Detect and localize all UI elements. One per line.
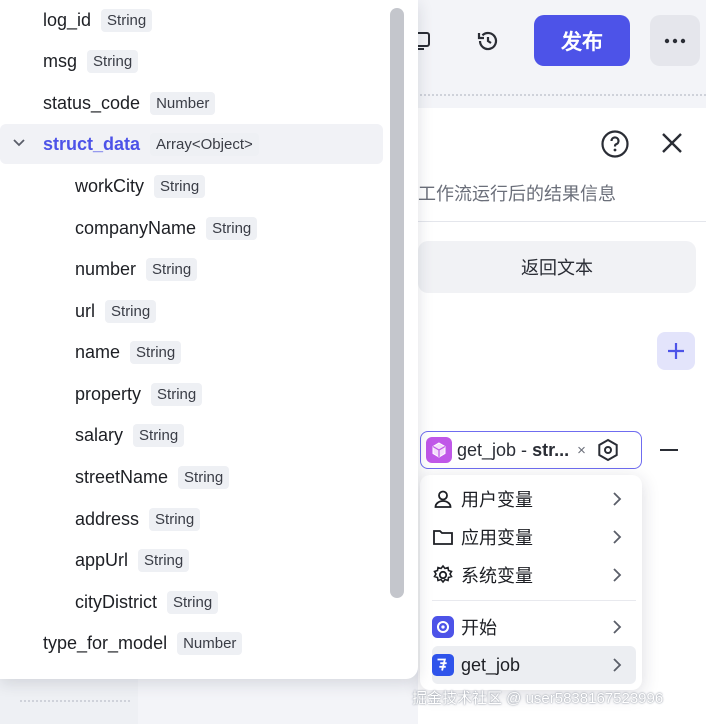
output-fields-tree-popup: log_id String msg String status_code Number st… bbox=[0, 0, 418, 679]
tree-item[interactable]: salary String bbox=[0, 415, 383, 455]
tree-item-name: streetName bbox=[75, 466, 169, 487]
dropdown-separator bbox=[432, 600, 636, 601]
canvas-grid-dots bbox=[20, 700, 130, 702]
type-badge: String bbox=[101, 8, 153, 32]
tree-item-name: log_id bbox=[43, 9, 92, 30]
dropdown-item-system-variables[interactable]: 系统变量 bbox=[432, 556, 636, 594]
type-badge: Array<Object> bbox=[150, 132, 259, 156]
remove-row-icon[interactable] bbox=[660, 449, 678, 451]
close-icon[interactable] bbox=[658, 129, 686, 157]
type-badge: String bbox=[149, 507, 201, 531]
type-badge: Number bbox=[177, 631, 243, 655]
variable-reference-label: get_job - str... bbox=[457, 439, 570, 460]
tree-item-name: number bbox=[75, 258, 137, 279]
tree-item[interactable]: struct_data Array<Object> bbox=[0, 124, 383, 164]
dropdown-item-get-job[interactable]: get_job bbox=[432, 646, 636, 684]
type-badge: String bbox=[206, 216, 258, 240]
gear-icon bbox=[432, 564, 454, 586]
tree-item[interactable]: number String bbox=[0, 249, 383, 289]
tree-item-name: property bbox=[75, 383, 142, 404]
chevron-right-icon bbox=[613, 568, 622, 582]
publish-button[interactable]: 发布 bbox=[534, 15, 630, 66]
type-badge: String bbox=[154, 174, 206, 198]
chevron-right-icon bbox=[613, 620, 622, 634]
tree-item[interactable]: appUrl String bbox=[0, 540, 383, 580]
tree-item[interactable]: streetName String bbox=[0, 457, 383, 497]
tree-item[interactable]: type_for_model Number bbox=[0, 623, 383, 663]
clear-reference-icon[interactable]: × bbox=[577, 442, 586, 459]
chevron-right-icon bbox=[613, 492, 622, 506]
dropdown-item-start-node[interactable]: 开始 bbox=[432, 608, 636, 646]
type-badge: Number bbox=[150, 91, 216, 115]
tree-item-name: address bbox=[75, 508, 140, 529]
dropdown-item-label: 开始 bbox=[461, 618, 497, 638]
type-badge: String bbox=[130, 340, 182, 364]
chevron-right-icon bbox=[613, 530, 622, 544]
type-badge: String bbox=[138, 548, 190, 572]
tree-item[interactable]: address String bbox=[0, 499, 383, 539]
scrollbar-thumb[interactable] bbox=[390, 8, 404, 598]
plus-icon bbox=[668, 343, 684, 359]
panel-description: 工作流运行后的结果信息 bbox=[418, 184, 616, 204]
tree-item[interactable]: name String bbox=[0, 332, 383, 372]
return-text-tab[interactable]: 返回文本 bbox=[418, 241, 696, 293]
history-icon[interactable] bbox=[469, 22, 507, 60]
type-badge: String bbox=[105, 299, 157, 323]
tree-item-name: struct_data bbox=[43, 133, 141, 154]
type-badge: String bbox=[133, 423, 185, 447]
variable-settings-icon[interactable] bbox=[596, 438, 620, 462]
job-plugin-icon bbox=[432, 654, 454, 676]
user-icon bbox=[432, 488, 454, 510]
variable-source-dropdown: 用户变量 应用变量 系统变量 开始 get_job bbox=[420, 475, 642, 690]
variable-reference-field[interactable]: get_job - str... × bbox=[420, 431, 642, 469]
tree-item[interactable]: cityDistrict String bbox=[0, 582, 383, 622]
tree-item[interactable]: msg String bbox=[0, 41, 383, 81]
dropdown-item-user-variables[interactable]: 用户变量 bbox=[432, 480, 636, 518]
tree-item[interactable]: status_code Number bbox=[0, 83, 383, 123]
chevron-down-icon[interactable] bbox=[12, 138, 26, 148]
dropdown-item-label: get_job bbox=[461, 654, 521, 675]
add-output-button[interactable] bbox=[657, 332, 695, 370]
tree-item-name: url bbox=[75, 300, 96, 321]
tree-item[interactable]: property String bbox=[0, 374, 383, 414]
start-node-icon bbox=[432, 616, 454, 638]
type-badge: String bbox=[178, 465, 230, 489]
dropdown-item-label: 应用变量 bbox=[461, 528, 533, 548]
tree-item-name: workCity bbox=[75, 175, 145, 196]
plugin-cube-icon bbox=[426, 437, 452, 463]
folder-icon bbox=[432, 526, 454, 548]
chevron-right-icon bbox=[613, 658, 622, 672]
tree-item-name: appUrl bbox=[75, 549, 129, 570]
type-badge: String bbox=[87, 49, 139, 73]
watermark-text: 掘金技术社区 @ user5838167523996 bbox=[412, 690, 664, 707]
dropdown-item-label: 系统变量 bbox=[461, 566, 533, 586]
more-icon bbox=[664, 38, 686, 43]
tree-item-name: status_code bbox=[43, 92, 141, 113]
type-badge: String bbox=[151, 382, 203, 406]
type-badge: String bbox=[167, 590, 219, 614]
tree-item[interactable]: url String bbox=[0, 291, 383, 331]
tree-item-name: type_for_model bbox=[43, 632, 168, 653]
tree-item-name: name bbox=[75, 341, 121, 362]
tree-item-name: cityDistrict bbox=[75, 591, 157, 612]
tree-item[interactable]: log_id String bbox=[0, 0, 383, 40]
tree-item[interactable]: workCity String bbox=[0, 166, 383, 206]
type-badge: String bbox=[146, 257, 198, 281]
tree-item-name: companyName bbox=[75, 217, 197, 238]
panel-divider bbox=[418, 221, 706, 222]
more-button[interactable] bbox=[650, 15, 700, 66]
tree-item[interactable]: companyName String bbox=[0, 208, 383, 248]
tree-item-name: salary bbox=[75, 424, 124, 445]
help-icon[interactable] bbox=[600, 129, 630, 159]
toolbar-divider bbox=[420, 94, 706, 96]
dropdown-item-app-variables[interactable]: 应用变量 bbox=[432, 518, 636, 556]
dropdown-item-label: 用户变量 bbox=[461, 490, 533, 510]
tree-item-name: msg bbox=[43, 50, 78, 71]
